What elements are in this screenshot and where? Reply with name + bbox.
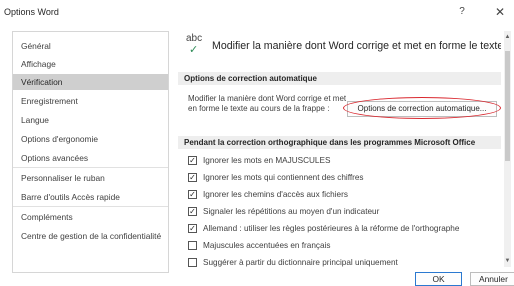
option-label: Suggérer à partir du dictionnaire princi… xyxy=(203,258,398,267)
checkbox-checked[interactable]: ✓ xyxy=(188,224,197,233)
close-icon[interactable]: ✕ xyxy=(490,4,510,20)
option-label: Ignorer les mots qui contiennent des chi… xyxy=(203,173,364,182)
scroll-up-arrow-icon[interactable]: ▲ xyxy=(504,33,511,41)
sidebar-item-ergonomie[interactable]: Options d'ergonomie xyxy=(13,131,168,147)
sidebar-item-complements[interactable]: Compléments xyxy=(13,209,168,225)
sidebar-item-barre-acces-rapide[interactable]: Barre d'outils Accès rapide xyxy=(13,189,168,205)
checkbox-checked[interactable]: ✓ xyxy=(188,190,197,199)
sidebar-divider xyxy=(13,167,168,168)
scroll-thumb[interactable] xyxy=(505,51,510,161)
sidebar-divider xyxy=(13,206,168,207)
option-label: Ignorer les chemins d'accès aux fichiers xyxy=(203,190,348,199)
checkbox-checked[interactable]: ✓ xyxy=(188,173,197,182)
option-label: Allemand : utiliser les règles postérieu… xyxy=(203,224,460,233)
checkbox-checked[interactable]: ✓ xyxy=(188,156,197,165)
autocorrect-description: Modifier la manière dont Word corrige et… xyxy=(188,94,347,113)
checkbox-checked[interactable]: ✓ xyxy=(188,207,197,216)
checkbox-unchecked[interactable] xyxy=(188,258,197,267)
option-label: Majuscules accentuées en français xyxy=(203,241,331,250)
ok-button[interactable]: OK xyxy=(415,272,462,286)
page-title: Modifier la manière dont Word corrige et… xyxy=(212,40,501,52)
sidebar-item-personnaliser-ruban[interactable]: Personnaliser le ruban xyxy=(13,170,168,186)
options-sidebar: Général Affichage Vérification Enregistr… xyxy=(12,31,169,273)
section-header-autocorrect: Options de correction automatique xyxy=(178,72,501,85)
sidebar-item-verification[interactable]: Vérification xyxy=(13,74,168,90)
autocorrect-options-button[interactable]: Options de correction automatique... xyxy=(347,101,497,117)
window-title: Options Word xyxy=(4,7,59,17)
option-label: Ignorer les mots en MAJUSCULES xyxy=(203,156,331,165)
checkbox-unchecked[interactable] xyxy=(188,241,197,250)
abc-check-icon: abc ✓ xyxy=(186,33,206,56)
sidebar-item-enregistrement[interactable]: Enregistrement xyxy=(13,93,168,109)
word-options-dialog: Options Word ? ✕ Général Affichage Vérif… xyxy=(0,0,514,286)
title-bar: Options Word ? ✕ xyxy=(0,0,514,24)
option-label: Signaler les répétitions au moyen d'un i… xyxy=(203,207,380,216)
sidebar-item-options-avancees[interactable]: Options avancées xyxy=(13,150,168,166)
help-icon[interactable]: ? xyxy=(452,4,472,20)
section-header-spelling: Pendant la correction orthographique dan… xyxy=(178,136,501,149)
sidebar-item-general[interactable]: Général xyxy=(13,38,168,54)
checkmark-icon: ✓ xyxy=(189,44,199,56)
sidebar-item-langue[interactable]: Langue xyxy=(13,112,168,128)
sidebar-item-affichage[interactable]: Affichage xyxy=(13,56,168,72)
vertical-scrollbar[interactable]: ▲ ▼ xyxy=(504,31,511,267)
sidebar-item-centre-confidentialite[interactable]: Centre de gestion de la confidentialité xyxy=(13,228,168,244)
scroll-down-arrow-icon[interactable]: ▼ xyxy=(504,257,511,265)
cancel-button[interactable]: Annuler xyxy=(470,272,514,286)
verification-panel: abc ✓ Modifier la manière dont Word corr… xyxy=(175,31,501,269)
dialog-footer: OK Annuler xyxy=(0,272,514,286)
